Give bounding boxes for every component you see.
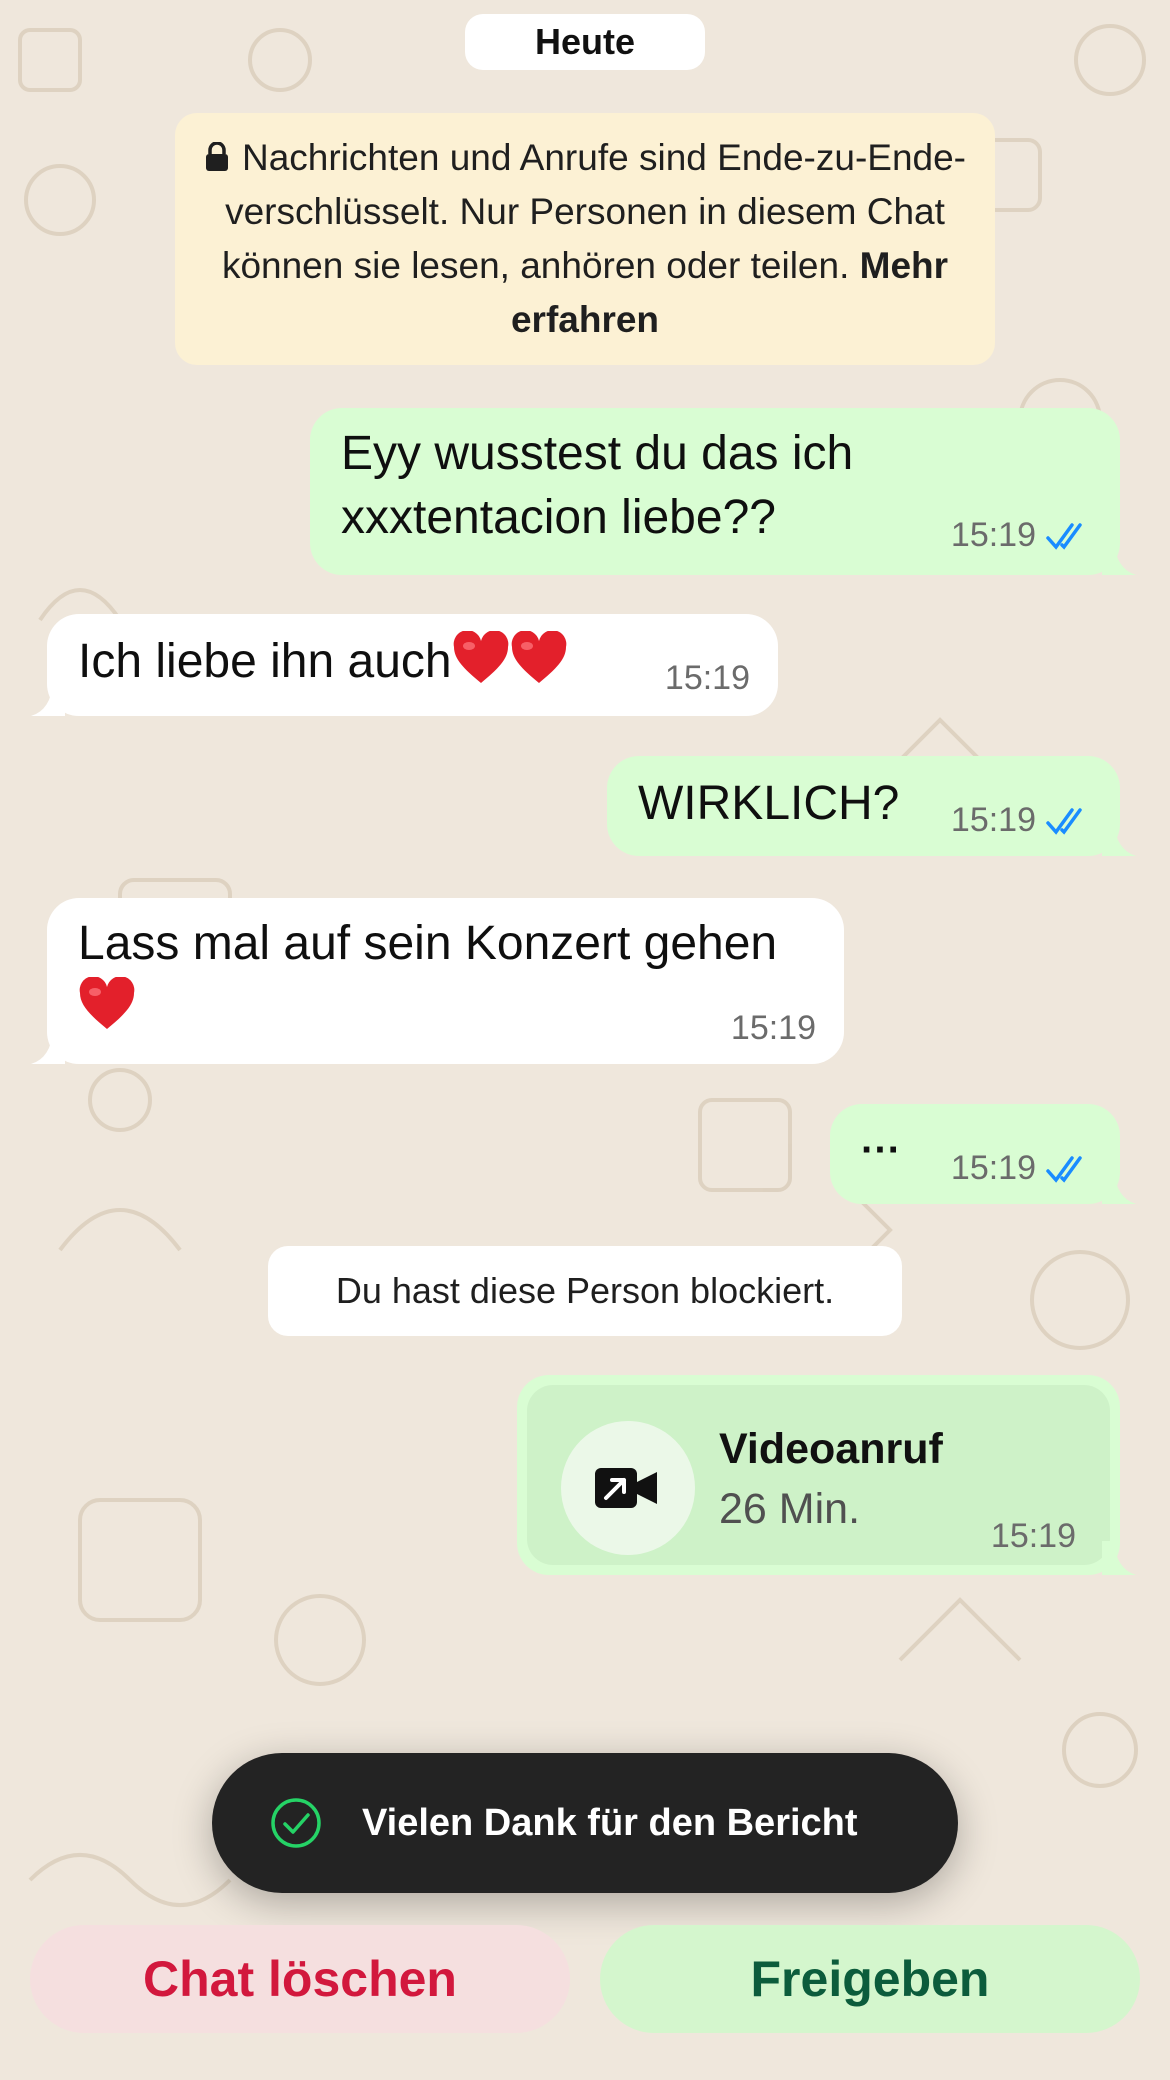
message-meta: 15:19 xyxy=(731,1009,816,1048)
message-text: Ich liebe ihn auch xyxy=(78,630,568,694)
message-text: Eyy wusstest du das ich xxxtentacion lie… xyxy=(341,427,854,544)
call-icon-badge xyxy=(561,1421,695,1555)
message-outgoing[interactable]: WIRKLICH? 15:19 xyxy=(607,756,1136,856)
blocked-system-message: Du hast diese Person blockiert. xyxy=(268,1246,902,1336)
heart-emoji xyxy=(511,631,566,683)
share-button[interactable]: Freigeben xyxy=(600,1925,1140,2033)
bubble-tail xyxy=(1102,541,1136,575)
heart-emoji xyxy=(453,631,508,683)
video-call-outgoing-icon xyxy=(595,1468,657,1508)
bubble-tail xyxy=(31,682,65,716)
message-outgoing[interactable]: ··· 15:19 xyxy=(830,1104,1136,1204)
message-time: 15:19 xyxy=(950,801,1036,839)
date-separator: Heute xyxy=(465,14,705,70)
bubble-tail xyxy=(1102,1541,1136,1575)
message-time: 15:19 xyxy=(950,1149,1036,1187)
message-time: 15:19 xyxy=(730,1009,816,1047)
message-text: WIRKLICH? xyxy=(638,777,900,830)
call-title: Videoanruf xyxy=(719,1425,943,1473)
read-ticks-icon xyxy=(1046,1155,1082,1183)
lock-icon xyxy=(206,142,228,171)
toast-text: Vielen Dank für den Bericht xyxy=(362,1801,858,1844)
encryption-notice-text: Nachrichten und Anrufe sind Ende-zu-Ende… xyxy=(221,137,966,286)
video-call-message[interactable]: Videoanruf 26 Min. 15:19 xyxy=(517,1375,1136,1575)
message-time: 15:19 xyxy=(990,1517,1076,1555)
check-circle-icon xyxy=(271,1798,321,1848)
bubble-tail xyxy=(31,1030,65,1064)
message-outgoing[interactable]: Eyy wusstest du das ich xxxtentacion lie… xyxy=(310,408,1136,575)
call-card-inner: Videoanruf 26 Min. 15:19 xyxy=(527,1385,1110,1565)
message-incoming[interactable]: Ich liebe ihn auch 15:19 xyxy=(31,614,778,716)
message-meta: 15:19 xyxy=(665,659,750,698)
message-meta: 15:19 xyxy=(951,801,1092,840)
message-time: 15:19 xyxy=(664,659,750,697)
call-duration: 26 Min. xyxy=(719,1485,861,1533)
heart-emoji xyxy=(79,977,135,1029)
message-incoming[interactable]: Lass mal auf sein Konzert gehen 15:19 xyxy=(31,898,844,1064)
report-confirmation-toast: Vielen Dank für den Bericht xyxy=(212,1753,958,1893)
message-time: 15:19 xyxy=(950,516,1036,554)
read-ticks-icon xyxy=(1046,522,1082,550)
delete-chat-button[interactable]: Chat löschen xyxy=(30,1925,570,2033)
read-ticks-icon xyxy=(1046,807,1082,835)
message-meta: 15:19 xyxy=(951,1149,1092,1188)
bubble-tail xyxy=(1102,1170,1136,1204)
message-text: Lass mal auf sein Konzert gehen xyxy=(78,912,777,1040)
bubble-tail xyxy=(1102,822,1136,856)
encryption-notice[interactable]: Nachrichten und Anrufe sind Ende-zu-Ende… xyxy=(175,113,995,365)
message-text: ··· xyxy=(861,1128,901,1172)
message-meta: 15:19 xyxy=(951,516,1092,555)
